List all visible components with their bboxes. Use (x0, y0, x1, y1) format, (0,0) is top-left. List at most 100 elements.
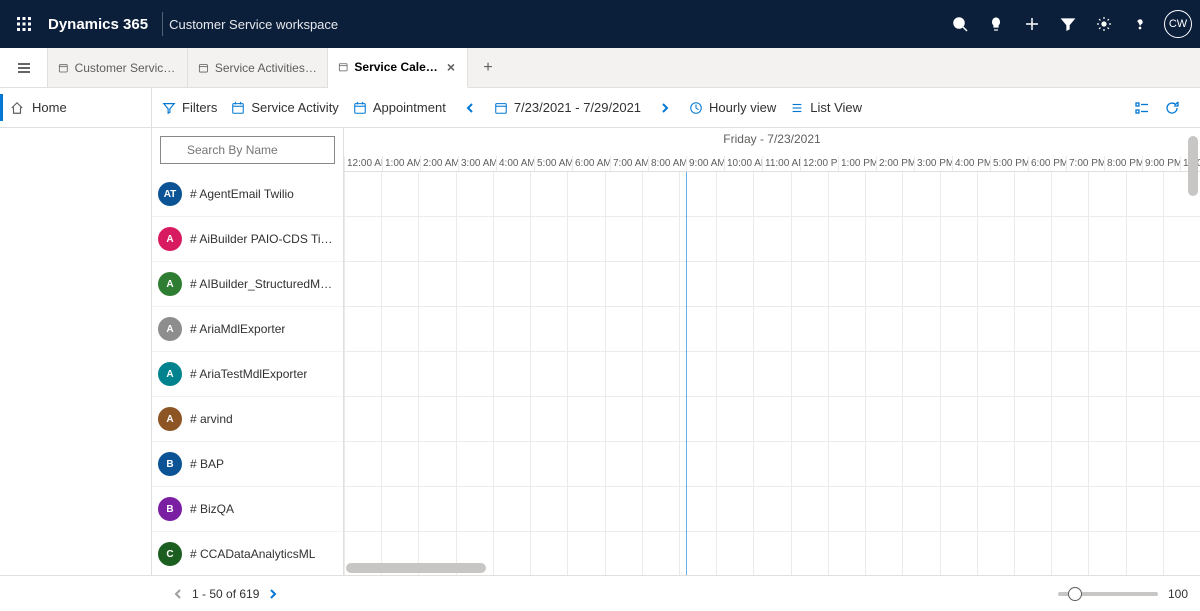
brand-name[interactable]: Dynamics 365 (40, 16, 156, 33)
resource-avatar: A (158, 272, 182, 296)
appointment-label: Appointment (373, 100, 446, 115)
horizontal-scrollbar[interactable] (346, 563, 486, 573)
resource-avatar: A (158, 407, 182, 431)
entity-icon (338, 61, 348, 73)
resource-avatar: A (158, 362, 182, 386)
resource-row[interactable]: A# AriaMdlExporter (152, 307, 343, 352)
hour-header: 5:00 AM (534, 156, 572, 171)
pager-range: 1 - 50 of 619 (192, 587, 259, 601)
search-input[interactable] (160, 136, 335, 164)
lightbulb-icon[interactable] (978, 0, 1014, 48)
home-button[interactable]: Home (0, 88, 152, 127)
left-gutter (0, 128, 152, 575)
resource-panel: AT # AgentEmail Twilio A# AiBuilder PAIO-C… (152, 128, 344, 575)
command-row: Home Filters Service Activity Appointmen… (0, 88, 1200, 128)
search-icon[interactable] (942, 0, 978, 48)
resource-name: # BizQA (190, 502, 234, 516)
list-view-button[interactable]: List View (790, 100, 862, 115)
list-icon (790, 101, 804, 115)
day-label: Friday - 7/23/2021 (344, 128, 1200, 146)
resource-name: # AriaMdlExporter (190, 322, 285, 336)
date-range-button[interactable]: 7/23/2021 - 7/29/2021 (494, 100, 641, 115)
gear-icon[interactable] (1086, 0, 1122, 48)
resource-row[interactable]: A # AIBuilder_StructuredML_PreProd (152, 262, 343, 307)
calendar-icon (353, 101, 367, 115)
hour-header: 7:00 AM (610, 156, 648, 171)
nav-divider (162, 12, 163, 36)
hour-header: 9:00 AM (686, 156, 724, 171)
hour-header: 4:00 AM (496, 156, 534, 171)
resource-avatar: AT (158, 182, 182, 206)
filters-button[interactable]: Filters (162, 100, 217, 115)
hourly-view-label: Hourly view (709, 100, 776, 115)
hour-header: 9:00 PM (1142, 156, 1180, 171)
prev-range-button[interactable] (460, 102, 480, 114)
resource-row[interactable]: A# arvind (152, 397, 343, 442)
tab-label: Service Calendar (354, 60, 438, 74)
calendar-icon (494, 101, 508, 115)
resource-row[interactable]: B # BizQA (152, 487, 343, 532)
add-icon[interactable] (1014, 0, 1050, 48)
resource-avatar: C (158, 542, 182, 566)
funnel-icon (162, 101, 176, 115)
resource-row[interactable]: A# AiBuilder PAIO-CDS Tip NonProd (152, 217, 343, 262)
service-activity-button[interactable]: Service Activity (231, 100, 338, 115)
user-avatar[interactable]: CW (1164, 10, 1192, 38)
hour-header: 6:00 AM (572, 156, 610, 171)
zoom-slider[interactable] (1058, 592, 1158, 596)
resource-row[interactable]: A# AriaTestMdlExporter (152, 352, 343, 397)
resource-name: # AIBuilder_StructuredML_PreProd (190, 277, 337, 291)
next-range-button[interactable] (655, 102, 675, 114)
help-icon[interactable] (1122, 0, 1158, 48)
hour-header: 4:00 PM (952, 156, 990, 171)
resource-avatar: B (158, 452, 182, 476)
hour-header: 7:00 PM (1066, 156, 1104, 171)
resource-avatar: A (158, 227, 182, 251)
vertical-scrollbar[interactable] (1188, 136, 1198, 196)
entity-icon (58, 62, 69, 74)
pager-next-button[interactable] (267, 588, 279, 600)
hour-header: 8:00 PM (1104, 156, 1142, 171)
hour-header: 6:00 PM (1028, 156, 1066, 171)
hour-header: 2:00 PM (876, 156, 914, 171)
refresh-icon[interactable] (1164, 100, 1180, 116)
app-name: Customer Service workspace (169, 17, 338, 32)
hour-header: 8:00 AM (648, 156, 686, 171)
calendar-icon (231, 101, 245, 115)
hour-header: 11:00 AM (762, 156, 800, 171)
close-icon[interactable]: × (445, 59, 457, 75)
tab-customer-service-a[interactable]: Customer Service A... (48, 48, 188, 87)
tab-label: Service Activities M... (215, 61, 317, 75)
hour-header: 5:00 PM (990, 156, 1028, 171)
resource-avatar: B (158, 497, 182, 521)
pager-prev-button[interactable] (172, 588, 184, 600)
home-label: Home (32, 100, 67, 115)
chevron-left-icon (172, 588, 184, 600)
resource-name: # CCADataAnalyticsML (190, 547, 315, 561)
hour-header: 3:00 AM (458, 156, 496, 171)
app-launcher-icon[interactable] (8, 0, 40, 48)
global-nav-bar: Dynamics 365 Customer Service workspace … (0, 0, 1200, 48)
hamburger-icon[interactable] (0, 48, 48, 87)
chevron-right-icon (267, 588, 279, 600)
resource-row[interactable]: AT # AgentEmail Twilio (152, 172, 343, 217)
list-view-label: List View (810, 100, 862, 115)
hour-header: 2:00 AM (420, 156, 458, 171)
tab-strip: Customer Service A... Service Activities … (0, 48, 1200, 88)
date-range-label: 7/23/2021 - 7/29/2021 (514, 100, 641, 115)
resource-row[interactable]: C # CCADataAnalyticsML (152, 532, 343, 575)
hourly-view-button[interactable]: Hourly view (689, 100, 776, 115)
tab-service-activities-m[interactable]: Service Activities M... (188, 48, 328, 87)
home-icon (10, 101, 24, 115)
resource-row[interactable]: B # BAP (152, 442, 343, 487)
legend-icon[interactable] (1134, 100, 1150, 116)
filter-icon[interactable] (1050, 0, 1086, 48)
new-tab-button[interactable]: + (468, 48, 508, 87)
calendar-grid[interactable]: Friday - 7/23/2021 12:00 AM1:00 AM2:00 A… (344, 128, 1200, 575)
hour-header: 12:00 PM (800, 156, 838, 171)
tab-service-calendar[interactable]: Service Calendar × (328, 48, 468, 88)
resource-name: # BAP (190, 457, 224, 471)
appointment-button[interactable]: Appointment (353, 100, 446, 115)
hour-header: 3:00 PM (914, 156, 952, 171)
resource-name: # AgentEmail Twilio (190, 187, 294, 201)
